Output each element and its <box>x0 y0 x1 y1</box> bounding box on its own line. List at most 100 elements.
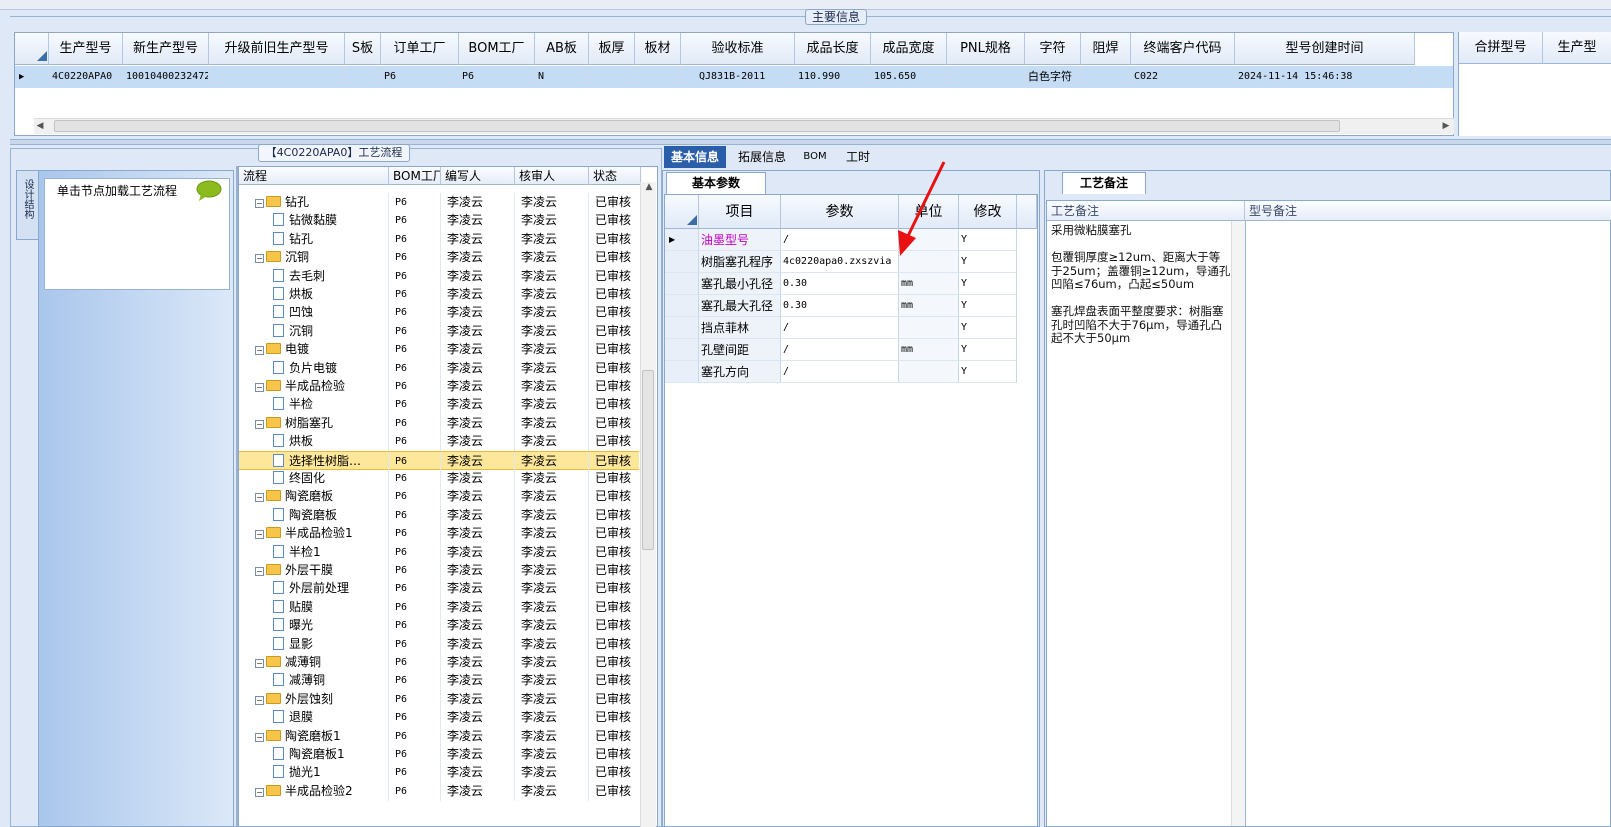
collapse-icon[interactable]: − <box>255 199 264 208</box>
param-header-edit[interactable]: 修改 <box>959 195 1017 229</box>
main-col-header[interactable]: 生产型号 <box>49 33 123 65</box>
main-col-header[interactable]: BOM工厂 <box>459 33 535 65</box>
param-item-cell[interactable]: 树脂塞孔程序 <box>699 251 781 273</box>
main-col-header[interactable]: 型号创建时间 <box>1235 33 1415 65</box>
tree-row[interactable]: 终固化 P6 李凌云 李凌云 已审核 <box>239 469 641 488</box>
tree-row[interactable]: 退膜 P6 李凌云 李凌云 已审核 <box>239 708 641 728</box>
tree-row[interactable]: 去毛刺 P6 李凌云 李凌云 已审核 <box>239 266 641 286</box>
main-row-cell[interactable]: C022 <box>1131 66 1235 88</box>
collapse-icon[interactable]: − <box>255 493 264 503</box>
tree-row[interactable]: − 电镀 P6 李凌云 李凌云 已审核 <box>239 340 641 360</box>
param-unit-cell[interactable]: mm <box>899 295 959 317</box>
main-grid-horizontal-scrollbar[interactable]: ◀ ▶ <box>34 118 1454 134</box>
tree-row[interactable]: 贴膜 P6 李凌云 李凌云 已审核 <box>239 597 641 617</box>
row-indicator[interactable] <box>665 361 699 383</box>
left-splitter[interactable] <box>236 166 238 827</box>
main-row-cell[interactable]: 10010400232472 <box>123 66 209 88</box>
tree-node[interactable]: 钻微黏膜 <box>239 211 389 231</box>
tree-node[interactable]: − 电镀 <box>239 340 389 360</box>
row-indicator[interactable] <box>665 317 699 339</box>
merge-model-header[interactable]: 合拼型号 <box>1459 32 1543 64</box>
row-pointer-icon[interactable]: ▶ <box>665 229 699 251</box>
tree-node[interactable]: − 陶瓷磨板 <box>239 487 389 507</box>
main-row-cell[interactable]: 110.990 <box>795 66 871 88</box>
tree-node[interactable]: 负片电镀 <box>239 358 389 378</box>
tree-node[interactable]: 选择性树脂… <box>239 451 389 471</box>
main-col-header[interactable]: 字符 <box>1025 33 1081 65</box>
main-col-header[interactable]: 订单工厂 <box>381 33 459 65</box>
tree-node[interactable]: 终固化 <box>239 469 389 488</box>
collapse-icon[interactable]: − <box>255 346 264 356</box>
param-value-cell[interactable]: / <box>781 229 899 251</box>
param-header-item[interactable]: 项目 <box>699 195 781 229</box>
main-row-cell[interactable]: 2024-11-14 15:46:38 <box>1235 66 1415 88</box>
tree-node[interactable]: 退膜 <box>239 708 389 728</box>
tree-node[interactable]: − 半成品检验1 <box>239 524 389 544</box>
tree-node[interactable]: 陶瓷磨板1 <box>239 745 389 764</box>
main-row-cell[interactable]: N <box>535 66 589 88</box>
param-item-cell[interactable]: 孔壁间距 <box>699 339 781 361</box>
tree-header-flow[interactable]: 流程 <box>239 167 389 185</box>
tree-node[interactable]: 外层前处理 <box>239 579 389 599</box>
main-col-header[interactable]: 成品长度 <box>795 33 871 65</box>
tree-row[interactable]: 减薄铜 P6 李凌云 李凌云 已审核 <box>239 671 641 691</box>
collapse-icon[interactable]: − <box>255 254 264 264</box>
tree-row[interactable]: 曝光 P6 李凌云 李凌云 已审核 <box>239 616 641 636</box>
tree-scroll-thumb[interactable] <box>642 370 654 550</box>
collapse-icon[interactable]: − <box>255 567 264 576</box>
tree-header-status[interactable]: 状态 <box>589 167 641 185</box>
param-edit-cell[interactable]: Y <box>959 229 1017 251</box>
param-value-cell[interactable]: / <box>781 317 899 339</box>
param-edit-cell[interactable]: Y <box>959 361 1017 383</box>
tree-node[interactable]: 钻孔 <box>239 229 389 249</box>
horizontal-scroll-thumb[interactable] <box>54 120 1340 132</box>
tree-row[interactable]: − 半成品检验2 P6 李凌云 李凌云 已审核 <box>239 781 641 801</box>
tree-node[interactable]: 烘板 <box>239 432 389 452</box>
tree-header-reviewer[interactable]: 核审人 <box>515 167 589 185</box>
main-row-cell[interactable]: QJ831B-2011 <box>681 66 795 88</box>
main-row-cell[interactable]: P6 <box>381 66 459 88</box>
tree-header-writer[interactable]: 编写人 <box>441 167 515 185</box>
tree-row[interactable]: − 陶瓷磨板 P6 李凌云 李凌云 已审核 <box>239 487 641 507</box>
tree-row[interactable]: 烘板 P6 李凌云 李凌云 已审核 <box>239 285 641 304</box>
merge-production-header[interactable]: 生产型 <box>1543 32 1611 64</box>
main-row-cell[interactable]: 4C0220APA0 <box>49 66 123 88</box>
process-notes-title[interactable]: 工艺备注 <box>1062 172 1146 194</box>
tree-node[interactable]: − 陶瓷磨板1 <box>239 726 389 746</box>
scroll-up-arrow-icon[interactable]: ▲ <box>643 182 655 196</box>
tree-row[interactable]: 钻微黏膜 P6 李凌云 李凌云 已审核 <box>239 211 641 231</box>
param-value-cell[interactable]: 0.30 <box>781 295 899 317</box>
tree-row[interactable]: − 半成品检验1 P6 李凌云 李凌云 已审核 <box>239 524 641 544</box>
main-row-cell[interactable] <box>589 66 635 88</box>
tree-node[interactable]: − 半成品检验 <box>239 377 389 396</box>
main-row-cell[interactable] <box>947 66 1025 88</box>
row-indicator[interactable] <box>665 339 699 361</box>
tree-node[interactable]: 半检1 <box>239 542 389 562</box>
tree-row[interactable]: − 外层蚀刻 P6 李凌云 李凌云 已审核 <box>239 689 641 709</box>
tree-node[interactable]: 减薄铜 <box>239 671 389 691</box>
tree-row[interactable]: − 树脂塞孔 P6 李凌云 李凌云 已审核 <box>239 413 641 433</box>
row-indicator[interactable] <box>665 273 699 295</box>
main-row-cell[interactable]: 105.650 <box>871 66 947 88</box>
param-unit-cell[interactable] <box>899 317 959 339</box>
tree-row[interactable]: 负片电镀 P6 李凌云 李凌云 已审核 <box>239 358 641 378</box>
tree-row[interactable]: 抛光1 P6 李凌云 李凌云 已审核 <box>239 763 641 783</box>
tree-node[interactable]: − 外层蚀刻 <box>239 689 389 709</box>
main-col-header[interactable]: 终端客户代码 <box>1131 33 1235 65</box>
tree-row[interactable]: − 外层干膜 P6 李凌云 李凌云 已审核 <box>239 561 641 580</box>
tree-node[interactable]: 显影 <box>239 634 389 654</box>
tree-node[interactable]: 凹蚀 <box>239 303 389 323</box>
main-col-header[interactable]: PNL规格 <box>947 33 1025 65</box>
tree-node[interactable]: 陶瓷磨板 <box>239 505 389 525</box>
param-edit-cell[interactable]: Y <box>959 295 1017 317</box>
tree-node[interactable]: − 沉铜 <box>239 248 389 268</box>
param-header-value[interactable]: 参数 <box>781 195 899 229</box>
param-item-cell[interactable]: 塞孔最小孔径 <box>699 273 781 295</box>
notes-scrollbar[interactable] <box>1231 221 1245 826</box>
tree-row[interactable]: − 减薄铜 P6 李凌云 李凌云 已审核 <box>239 653 641 672</box>
collapse-icon[interactable]: − <box>255 530 264 540</box>
tree-row[interactable]: 烘板 P6 李凌云 李凌云 已审核 <box>239 432 641 452</box>
basic-params-title[interactable]: 基本参数 <box>666 172 766 194</box>
param-item-cell[interactable]: 挡点菲林 <box>699 317 781 339</box>
tree-row[interactable]: 陶瓷磨板 P6 李凌云 李凌云 已审核 <box>239 505 641 525</box>
